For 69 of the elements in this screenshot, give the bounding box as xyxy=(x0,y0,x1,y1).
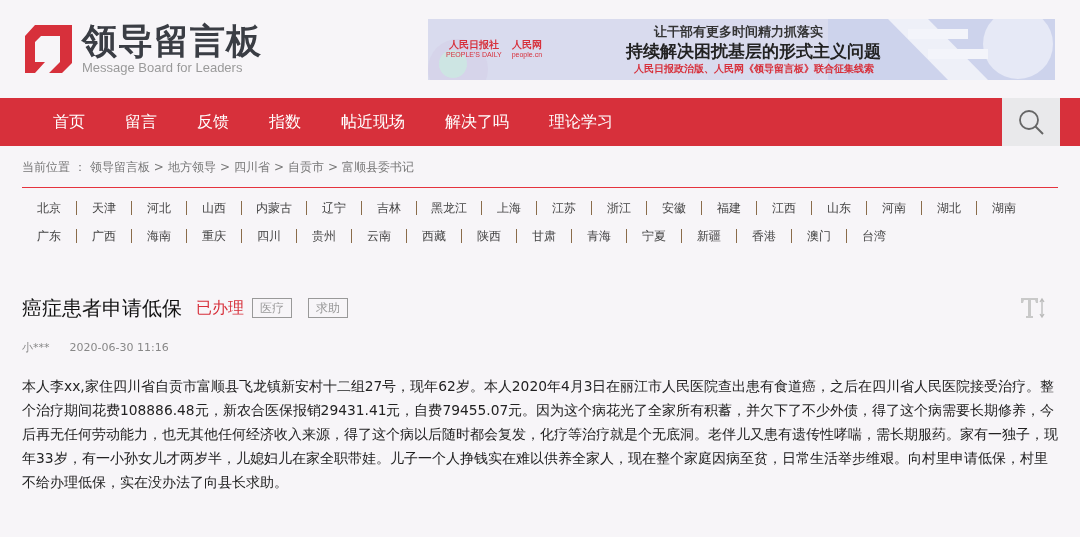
province-link[interactable]: 广西 xyxy=(91,227,117,245)
breadcrumb-separator: > xyxy=(328,158,339,176)
breadcrumb-link[interactable]: 地方领导 xyxy=(167,157,216,176)
province-link[interactable]: 湖北 xyxy=(936,199,962,217)
province-link[interactable]: 青海 xyxy=(586,227,612,245)
province-link[interactable]: 甘肃 xyxy=(531,227,557,245)
breadcrumb-link[interactable]: 四川省 xyxy=(233,157,270,176)
province-link[interactable]: 香港 xyxy=(751,227,777,245)
province-link[interactable]: 西藏 xyxy=(421,227,447,245)
nav-link[interactable]: 留言 xyxy=(124,112,158,132)
province-link[interactable]: 黑龙江 xyxy=(431,199,467,217)
breadcrumb-separator: > xyxy=(273,158,284,176)
breadcrumb-separator: > xyxy=(153,158,164,176)
banner-headline: 持续解决困扰基层的形式主义问题 xyxy=(626,39,881,62)
province-link[interactable]: 河南 xyxy=(881,199,907,217)
province-link[interactable]: 山西 xyxy=(201,199,227,217)
breadcrumb-link[interactable]: 富顺县委书记 xyxy=(342,157,415,176)
province-link[interactable]: 重庆 xyxy=(201,227,227,245)
nav-link[interactable]: 理论学习 xyxy=(548,112,614,132)
province-link[interactable]: 上海 xyxy=(496,199,522,217)
post-title: 癌症患者申请低保 xyxy=(22,295,182,322)
nav-link[interactable]: 反馈 xyxy=(196,112,230,132)
province-link[interactable]: 台湾 xyxy=(861,227,887,245)
brand-name: 人民网 xyxy=(511,39,542,51)
province-link[interactable]: 安徽 xyxy=(661,199,687,217)
province-link[interactable]: 江西 xyxy=(771,199,797,217)
tag: 求助 xyxy=(308,298,348,318)
breadcrumb-link[interactable]: 自贡市 xyxy=(288,157,324,176)
province-link[interactable]: 北京 xyxy=(36,199,62,217)
banner-text: 人民日报政治版、人民网《领导留言板》联合征集线索 xyxy=(633,61,874,76)
font-size-icon xyxy=(1020,297,1046,319)
province-link[interactable]: 宁夏 xyxy=(641,227,667,245)
nav-link[interactable]: 解决了吗 xyxy=(444,112,510,132)
province-link[interactable]: 辽宁 xyxy=(321,199,347,217)
province-link[interactable]: 河北 xyxy=(146,199,172,217)
province-link[interactable]: 云南 xyxy=(366,227,392,245)
province-link[interactable]: 贵州 xyxy=(311,227,337,245)
province-link[interactable]: 福建 xyxy=(716,199,742,217)
post-time: 2020-06-30 11:16 xyxy=(69,340,169,356)
banner-text: 让干部有更多时间精力抓落实 xyxy=(654,22,823,40)
province-link[interactable]: 内蒙古 xyxy=(256,199,292,217)
province-link[interactable]: 湖南 xyxy=(991,199,1017,217)
search-icon xyxy=(1017,108,1045,136)
logo-subtitle: Message Board for Leaders xyxy=(82,60,244,76)
logo-icon xyxy=(25,25,72,73)
nav-link[interactable]: 指数 xyxy=(268,112,302,132)
brand-name: 人民日报社 xyxy=(448,39,499,51)
province-link[interactable]: 广东 xyxy=(36,227,62,245)
province-link[interactable]: 浙江 xyxy=(606,199,632,217)
province-link[interactable]: 吉林 xyxy=(376,199,402,217)
province-link[interactable]: 新疆 xyxy=(696,227,722,245)
province-link[interactable]: 陕西 xyxy=(476,227,502,245)
tag: 医疗 xyxy=(252,298,292,318)
nav-link[interactable]: 首页 xyxy=(52,112,86,132)
nav-link[interactable]: 帖近现场 xyxy=(340,112,406,132)
province-link[interactable]: 山东 xyxy=(826,199,852,217)
province-link[interactable]: 海南 xyxy=(146,227,172,245)
breadcrumb-separator: > xyxy=(219,158,230,176)
breadcrumb-link[interactable]: 领导留言板 xyxy=(89,157,150,176)
breadcrumb-label: 当前位置 ： xyxy=(22,158,86,176)
province-link[interactable]: 四川 xyxy=(256,227,282,245)
province-link[interactable]: 澳门 xyxy=(806,227,832,245)
author-name: 小*** xyxy=(22,340,50,356)
province-link[interactable]: 江苏 xyxy=(551,199,577,217)
status-label: 已办理 xyxy=(196,297,244,319)
logo-title: 领导留言板 xyxy=(82,22,262,60)
search-button[interactable] xyxy=(1002,98,1060,146)
post-body: 本人李xx,家住四川省自贡市富顺县飞龙镇新安村十二组27号，现年62岁。本人2020年4月3日在丽江市人民医院查出患有食道癌，之后在四川省人民医院接受治疗。整个治疗期间花费108886.48元，新农合医保报销29431.41元，自费79455.07元。因为这个病花光了全家所有积蓄，并欠下了不少外债，得了这个病需要长期修养，今后再无任何劳动能力，也无其他任何经济收入来源，得了这个病以后随时都会复发，化疗等治疗就是个无底洞。老伴儿又患有遗传性哮喘，需长期服药。家有一独子，现年33岁，有一小孙女儿才两岁半，儿媳妇儿在家全职带娃。儿子一个人挣钱实在难以供养全家人，现在整个家庭因病至贫，日常生活举步维艰。向村里申请低保，村里不给办理低保，实在没办法了向县长求助。 xyxy=(22,376,1058,492)
province-link[interactable]: 天津 xyxy=(91,199,117,217)
